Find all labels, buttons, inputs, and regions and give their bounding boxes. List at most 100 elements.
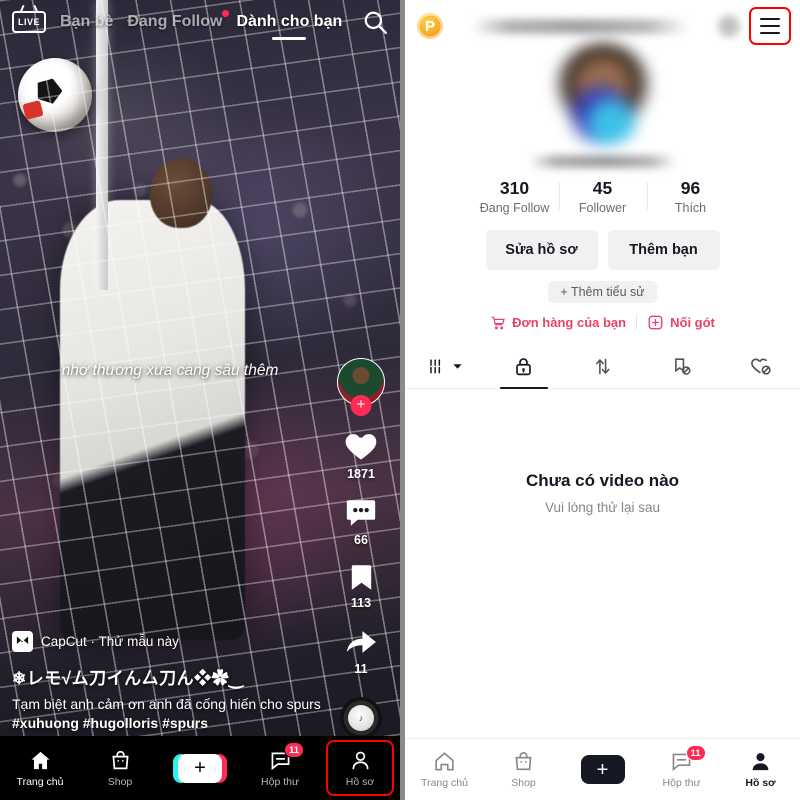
live-icon[interactable]: LIVE xyxy=(12,11,46,33)
profile-content-tabs xyxy=(405,345,800,389)
capcut-label: CapCut · Thử mẫu này xyxy=(41,634,179,650)
nav-item-shop[interactable]: Shop xyxy=(80,736,160,800)
share-action[interactable]: 11 xyxy=(344,625,378,676)
comment-action[interactable]: 66 xyxy=(344,496,378,547)
link-label: Đơn hàng của bạn xyxy=(512,315,627,330)
share-count: 11 xyxy=(354,662,368,676)
follow-button[interactable]: + xyxy=(350,395,372,416)
tab-liked-private[interactable] xyxy=(721,344,800,388)
active-tab-underline xyxy=(272,37,307,40)
nav-label: Trang chủ xyxy=(421,777,468,789)
profile-avatar-blurred[interactable] xyxy=(550,42,655,146)
empty-state: Chưa có video nào Vui lòng thử lại sau xyxy=(405,389,800,515)
points-badge-icon[interactable]: P xyxy=(417,13,443,39)
bookmark-icon xyxy=(351,565,371,590)
tab-private[interactable] xyxy=(484,344,563,389)
hamburger-menu-button[interactable] xyxy=(749,7,791,45)
shopping-cart-icon xyxy=(491,316,505,329)
comment-icon xyxy=(346,500,376,526)
player-silhouette xyxy=(60,200,245,640)
feed-tab-friends[interactable]: Bạn bè xyxy=(60,13,113,31)
chevron-down-icon xyxy=(453,363,462,369)
feed-bottom-nav: Trang chủ Shop + 11 Hộp thư Hồ sơ xyxy=(0,736,400,800)
stat-following[interactable]: 310 Đang Follow xyxy=(471,178,559,215)
like-count: 1871 xyxy=(347,467,375,481)
playlist-grid-icon xyxy=(430,359,441,374)
like-action[interactable]: 1871 xyxy=(343,428,379,481)
create-plus-icon[interactable]: + xyxy=(173,753,227,783)
nav-item-create[interactable]: + xyxy=(563,739,642,800)
edit-profile-button[interactable]: Sửa hồ sơ xyxy=(485,230,598,270)
blurred-action-icon[interactable] xyxy=(718,15,740,37)
hamburger-menu-icon xyxy=(752,10,788,42)
nav-label: Trang chủ xyxy=(16,775,64,788)
profile-topbar: P xyxy=(405,0,800,52)
add-box-icon xyxy=(648,315,663,330)
active-tab-underline xyxy=(499,386,548,389)
create-plus-icon[interactable]: + xyxy=(575,755,630,784)
author-avatar[interactable]: + xyxy=(337,358,385,416)
feed-tab-label: Bạn bè xyxy=(60,13,114,30)
profile-panel: P 310 Đang Follow 45 Follower 96 Thích S… xyxy=(400,0,800,800)
caption-hashtags[interactable]: #xuhuong #hugolloris #spurs xyxy=(12,715,208,731)
nav-item-create[interactable]: + xyxy=(160,736,240,800)
your-orders-link[interactable]: Đơn hàng của bạn xyxy=(490,315,626,331)
video-action-rail: + 1871 66 113 11 ♪ xyxy=(332,358,390,739)
link-label: Nối gót xyxy=(670,315,715,330)
nav-item-inbox[interactable]: 11 Hộp thư xyxy=(240,736,320,800)
feed-topbar: LIVE Bạn bè Đang Follow Dành cho bạn xyxy=(0,0,400,44)
footsteps-link[interactable]: Nối gót xyxy=(647,314,715,331)
notification-dot-icon xyxy=(222,10,230,17)
repost-arrows-icon xyxy=(595,358,610,374)
capcut-template-link[interactable]: CapCut · Thử mẫu này xyxy=(12,631,334,653)
link-divider xyxy=(636,315,638,330)
feed-tab-label: Dành cho bạn xyxy=(236,13,343,30)
home-icon xyxy=(30,751,50,769)
caption-text: Tạm biệt anh cảm ơn anh đã cống hiến cho… xyxy=(12,695,334,732)
add-bio-button[interactable]: + Thêm tiểu sử xyxy=(548,281,657,303)
feed-tab-label: Đang Follow xyxy=(127,13,223,30)
profile-person-icon xyxy=(352,751,368,769)
football-ball xyxy=(18,58,92,132)
profile-stats: 310 Đang Follow 45 Follower 96 Thích xyxy=(405,178,800,215)
add-friend-button[interactable]: Thêm bạn xyxy=(607,230,720,270)
comment-count: 66 xyxy=(354,533,368,547)
nav-item-home[interactable]: Trang chủ xyxy=(405,739,484,800)
profile-quick-links: Đơn hàng của bạn Nối gót xyxy=(405,314,800,331)
home-icon xyxy=(435,752,454,771)
caption-username[interactable]: ❄︎レモ√ム刀イん厶刀ん❖✿‿ xyxy=(12,664,334,689)
app-root: LIVE Bạn bè Đang Follow Dành cho bạn nhớ… xyxy=(0,0,800,800)
inbox-badge: 11 xyxy=(284,742,305,758)
shop-bag-icon xyxy=(515,752,532,771)
capcut-icon xyxy=(12,631,33,653)
caption-plain-text: Tạm biệt anh cảm ơn anh đã cống hiến cho… xyxy=(12,696,321,713)
nav-item-home[interactable]: Trang chủ xyxy=(0,736,80,800)
nav-item-shop[interactable]: Shop xyxy=(484,739,563,800)
music-disc-icon[interactable]: ♪ xyxy=(340,697,382,739)
music-note-icon: ♪ xyxy=(348,705,374,731)
bookmark-private-icon xyxy=(675,357,691,375)
nav-item-profile[interactable]: Hồ sơ xyxy=(320,736,400,800)
nav-label: Hồ sơ xyxy=(745,777,776,789)
shop-bag-icon xyxy=(111,750,129,769)
feed-tab-following[interactable]: Đang Follow xyxy=(127,10,230,31)
tab-reposts[interactable] xyxy=(563,344,642,388)
player-head xyxy=(150,158,212,228)
stat-followers[interactable]: 45 Follower xyxy=(558,178,647,215)
heart-private-icon xyxy=(750,358,771,375)
stat-label: Thích xyxy=(674,201,707,215)
profile-person-icon xyxy=(752,753,769,771)
video-subtitle: nhớ thương xưa càng sầu thêm xyxy=(61,362,279,379)
nav-label: Hộp thư xyxy=(261,775,299,788)
tab-playlists[interactable] xyxy=(405,344,484,388)
nav-item-inbox[interactable]: 11 Hộp thư xyxy=(642,739,721,800)
nav-item-profile[interactable]: Hồ sơ xyxy=(721,739,800,800)
tab-saved-private[interactable] xyxy=(642,344,721,388)
empty-state-title: Chưa có video nào xyxy=(525,471,680,490)
stat-likes[interactable]: 96 Thích xyxy=(646,178,735,215)
feed-tab-for-you[interactable]: Dành cho bạn xyxy=(236,13,343,40)
share-arrow-icon xyxy=(346,631,376,653)
bookmark-action[interactable]: 113 xyxy=(346,562,377,610)
search-icon[interactable] xyxy=(362,9,388,35)
stat-value: 310 xyxy=(499,178,530,198)
